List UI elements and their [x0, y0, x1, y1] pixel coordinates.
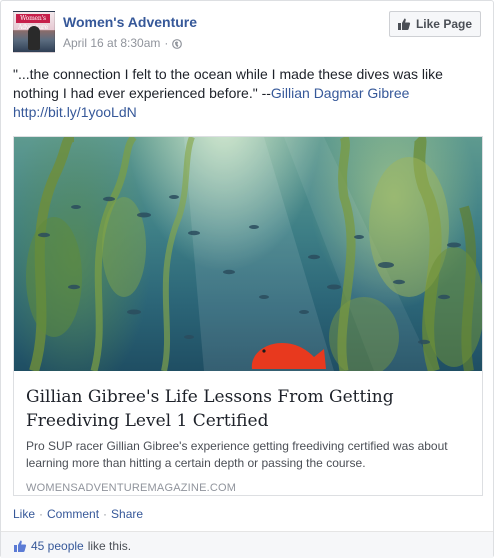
- page-avatar[interactable]: Women's Adventure: [13, 11, 55, 53]
- post-body-text: "...the connection I felt to the ocean w…: [13, 65, 473, 122]
- globe-icon[interactable]: [172, 38, 183, 49]
- avatar-masthead: Women's Adventure: [16, 14, 50, 31]
- share-action[interactable]: Share: [111, 507, 143, 521]
- post-header: Women's Adventure Women's Adventure Apri…: [13, 11, 481, 55]
- post-footer: 45 people like this.: [1, 531, 493, 558]
- likes-count-link[interactable]: 45 people: [31, 539, 84, 553]
- attachment-title[interactable]: Gillian Gibree's Life Lessons From Getti…: [26, 385, 472, 433]
- meta-separator: ·: [164, 36, 169, 50]
- like-page-button[interactable]: Like Page: [388, 11, 481, 37]
- post-meta: April 16 at 8:30am ·: [63, 36, 183, 50]
- action-separator: ·: [39, 507, 44, 521]
- comment-action[interactable]: Comment: [47, 507, 99, 521]
- like-action[interactable]: Like: [13, 507, 35, 521]
- thumbs-up-icon: [13, 539, 27, 553]
- action-separator: ·: [103, 507, 108, 521]
- post-actions: Like · Comment · Share: [13, 507, 143, 521]
- attachment-body: Gillian Gibree's Life Lessons From Getti…: [26, 375, 472, 494]
- author-link[interactable]: Gillian Dagmar Gibree: [271, 85, 410, 101]
- link-attachment[interactable]: Gillian Gibree's Life Lessons From Getti…: [13, 136, 483, 496]
- post-timestamp[interactable]: April 16 at 8:30am: [63, 36, 160, 50]
- underwater-kelp-illustration: [26, 137, 482, 371]
- avatar-figure: [28, 26, 40, 50]
- post-card: Women's Adventure Women's Adventure Apri…: [0, 0, 494, 558]
- thumbs-up-icon: [397, 17, 411, 31]
- like-page-label: Like Page: [415, 17, 472, 31]
- attachment-description: Pro SUP racer Gillian Gibree's experienc…: [26, 439, 448, 470]
- short-url-link[interactable]: http://bit.ly/1yooLdN: [13, 104, 137, 120]
- attachment-domain: WOMENSADVENTUREMAGAZINE.COM: [26, 482, 237, 494]
- likes-summary: 45 people like this.: [13, 539, 131, 553]
- page-name-link[interactable]: Women's Adventure: [63, 14, 197, 30]
- attachment-image[interactable]: [14, 137, 482, 371]
- likes-suffix: like this.: [87, 539, 132, 553]
